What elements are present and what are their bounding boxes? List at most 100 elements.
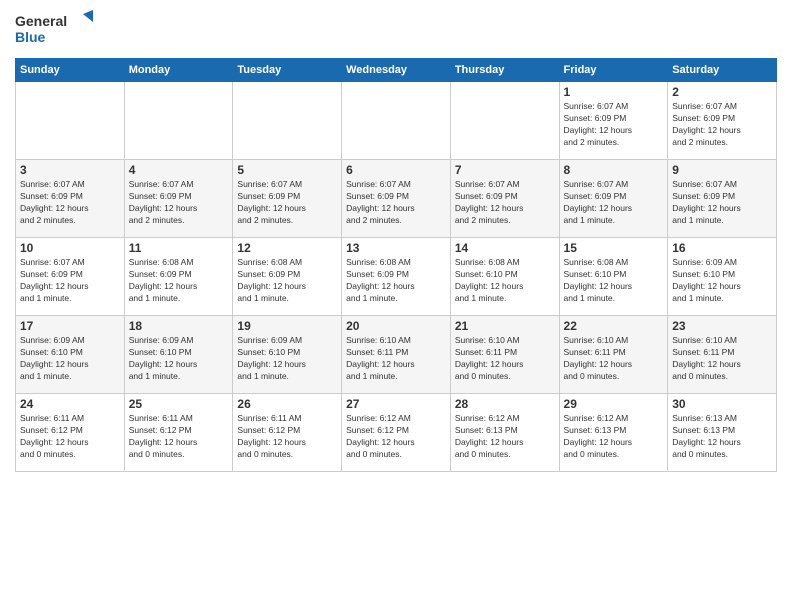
day-number: 28 [455, 397, 555, 411]
day-info: Sunrise: 6:10 AMSunset: 6:11 PMDaylight:… [455, 335, 555, 383]
day-number: 14 [455, 241, 555, 255]
calendar-cell: 16 Sunrise: 6:09 AMSunset: 6:10 PMDayligh… [668, 238, 777, 316]
calendar-cell: 8 Sunrise: 6:07 AMSunset: 6:09 PMDaylight… [559, 160, 668, 238]
weekday-header-sunday: Sunday [16, 59, 125, 82]
week-row-2: 10 Sunrise: 6:07 AMSunset: 6:09 PMDayligh… [16, 238, 777, 316]
day-info: Sunrise: 6:10 AMSunset: 6:11 PMDaylight:… [346, 335, 446, 383]
calendar-cell [342, 82, 451, 160]
week-row-1: 3 Sunrise: 6:07 AMSunset: 6:09 PMDaylight… [16, 160, 777, 238]
weekday-header-wednesday: Wednesday [342, 59, 451, 82]
calendar-cell: 29 Sunrise: 6:12 AMSunset: 6:13 PMDayligh… [559, 394, 668, 472]
weekday-header-thursday: Thursday [450, 59, 559, 82]
calendar-cell [16, 82, 125, 160]
day-info: Sunrise: 6:07 AMSunset: 6:09 PMDaylight:… [20, 179, 120, 227]
day-number: 9 [672, 163, 772, 177]
day-info: Sunrise: 6:11 AMSunset: 6:12 PMDaylight:… [129, 413, 229, 461]
day-info: Sunrise: 6:08 AMSunset: 6:09 PMDaylight:… [237, 257, 337, 305]
calendar-cell: 5Sunrise: 6:07 AMSunset: 6:09 PMDaylight… [233, 160, 342, 238]
weekday-header-tuesday: Tuesday [233, 59, 342, 82]
day-number: 27 [346, 397, 446, 411]
calendar-cell: 11 Sunrise: 6:08 AMSunset: 6:09 PMDayligh… [124, 238, 233, 316]
day-info: Sunrise: 6:13 AMSunset: 6:13 PMDaylight:… [672, 413, 772, 461]
calendar-cell: 14 Sunrise: 6:08 AMSunset: 6:10 PMDayligh… [450, 238, 559, 316]
calendar-cell: 20Sunrise: 6:10 AMSunset: 6:11 PMDayligh… [342, 316, 451, 394]
day-number: 12 [237, 241, 337, 255]
day-info: Sunrise: 6:11 AMSunset: 6:12 PMDaylight:… [237, 413, 337, 461]
calendar-cell: 30 Sunrise: 6:13 AMSunset: 6:13 PMDayligh… [668, 394, 777, 472]
day-info: Sunrise: 6:09 AMSunset: 6:10 PMDaylight:… [237, 335, 337, 383]
calendar-cell: 24 Sunrise: 6:11 AMSunset: 6:12 PMDayligh… [16, 394, 125, 472]
calendar-cell: 7 Sunrise: 6:07 AMSunset: 6:09 PMDaylight… [450, 160, 559, 238]
day-number: 7 [455, 163, 555, 177]
weekday-header-saturday: Saturday [668, 59, 777, 82]
calendar-cell: 13 Sunrise: 6:08 AMSunset: 6:09 PMDayligh… [342, 238, 451, 316]
weekday-header-monday: Monday [124, 59, 233, 82]
day-number: 8 [564, 163, 664, 177]
day-info: Sunrise: 6:11 AMSunset: 6:12 PMDaylight:… [20, 413, 120, 461]
day-info: Sunrise: 6:08 AMSunset: 6:10 PMDaylight:… [455, 257, 555, 305]
day-number: 29 [564, 397, 664, 411]
day-number: 24 [20, 397, 120, 411]
calendar-table: SundayMondayTuesdayWednesdayThursdayFrid… [15, 58, 777, 472]
day-info: Sunrise: 6:07 AMSunset: 6:09 PMDaylight:… [564, 101, 664, 149]
day-number: 11 [129, 241, 229, 255]
day-number: 6 [346, 163, 446, 177]
logo: General Blue [15, 10, 95, 50]
day-info: Sunrise: 6:07 AMSunset: 6:09 PMDaylight:… [346, 179, 446, 227]
day-info: Sunrise: 6:07 AMSunset: 6:09 PMDaylight:… [455, 179, 555, 227]
calendar-cell: 27Sunrise: 6:12 AMSunset: 6:12 PMDayligh… [342, 394, 451, 472]
calendar-cell: 15Sunrise: 6:08 AMSunset: 6:10 PMDayligh… [559, 238, 668, 316]
day-info: Sunrise: 6:07 AMSunset: 6:09 PMDaylight:… [672, 179, 772, 227]
day-number: 26 [237, 397, 337, 411]
calendar-cell: 6 Sunrise: 6:07 AMSunset: 6:09 PMDaylight… [342, 160, 451, 238]
calendar-cell: 4 Sunrise: 6:07 AMSunset: 6:09 PMDaylight… [124, 160, 233, 238]
day-info: Sunrise: 6:07 AMSunset: 6:09 PMDaylight:… [672, 101, 772, 149]
calendar-cell: 25 Sunrise: 6:11 AMSunset: 6:12 PMDayligh… [124, 394, 233, 472]
week-row-0: 1 Sunrise: 6:07 AMSunset: 6:09 PMDaylight… [16, 82, 777, 160]
main-container: General Blue SundayMondayTuesdayWednesda… [0, 0, 792, 477]
calendar-cell: 22Sunrise: 6:10 AMSunset: 6:11 PMDayligh… [559, 316, 668, 394]
day-number: 4 [129, 163, 229, 177]
day-info: Sunrise: 6:07 AMSunset: 6:09 PMDaylight:… [237, 179, 337, 227]
svg-text:General: General [15, 13, 67, 29]
day-info: Sunrise: 6:07 AMSunset: 6:09 PMDaylight:… [129, 179, 229, 227]
calendar-cell: 2 Sunrise: 6:07 AMSunset: 6:09 PMDaylight… [668, 82, 777, 160]
calendar-cell: 19Sunrise: 6:09 AMSunset: 6:10 PMDayligh… [233, 316, 342, 394]
day-number: 1 [564, 85, 664, 99]
calendar-cell: 1 Sunrise: 6:07 AMSunset: 6:09 PMDaylight… [559, 82, 668, 160]
day-info: Sunrise: 6:12 AMSunset: 6:13 PMDaylight:… [455, 413, 555, 461]
day-number: 13 [346, 241, 446, 255]
day-info: Sunrise: 6:07 AMSunset: 6:09 PMDaylight:… [20, 257, 120, 305]
day-info: Sunrise: 6:10 AMSunset: 6:11 PMDaylight:… [672, 335, 772, 383]
calendar-cell: 21 Sunrise: 6:10 AMSunset: 6:11 PMDayligh… [450, 316, 559, 394]
day-number: 18 [129, 319, 229, 333]
day-info: Sunrise: 6:09 AMSunset: 6:10 PMDaylight:… [672, 257, 772, 305]
day-info: Sunrise: 6:08 AMSunset: 6:09 PMDaylight:… [129, 257, 229, 305]
day-number: 2 [672, 85, 772, 99]
day-number: 30 [672, 397, 772, 411]
weekday-header-friday: Friday [559, 59, 668, 82]
calendar-cell: 10 Sunrise: 6:07 AMSunset: 6:09 PMDayligh… [16, 238, 125, 316]
day-info: Sunrise: 6:10 AMSunset: 6:11 PMDaylight:… [564, 335, 664, 383]
day-info: Sunrise: 6:12 AMSunset: 6:13 PMDaylight:… [564, 413, 664, 461]
calendar-cell: 28 Sunrise: 6:12 AMSunset: 6:13 PMDayligh… [450, 394, 559, 472]
day-info: Sunrise: 6:08 AMSunset: 6:09 PMDaylight:… [346, 257, 446, 305]
calendar-cell: 23Sunrise: 6:10 AMSunset: 6:11 PMDayligh… [668, 316, 777, 394]
calendar-cell: 17 Sunrise: 6:09 AMSunset: 6:10 PMDayligh… [16, 316, 125, 394]
day-info: Sunrise: 6:09 AMSunset: 6:10 PMDaylight:… [129, 335, 229, 383]
calendar-cell: 3 Sunrise: 6:07 AMSunset: 6:09 PMDaylight… [16, 160, 125, 238]
calendar-cell [124, 82, 233, 160]
svg-text:Blue: Blue [15, 29, 46, 45]
day-number: 16 [672, 241, 772, 255]
calendar-cell: 18 Sunrise: 6:09 AMSunset: 6:10 PMDayligh… [124, 316, 233, 394]
day-info: Sunrise: 6:09 AMSunset: 6:10 PMDaylight:… [20, 335, 120, 383]
logo-svg: General Blue [15, 10, 95, 50]
day-number: 25 [129, 397, 229, 411]
day-number: 10 [20, 241, 120, 255]
day-number: 17 [20, 319, 120, 333]
day-info: Sunrise: 6:07 AMSunset: 6:09 PMDaylight:… [564, 179, 664, 227]
calendar-cell [450, 82, 559, 160]
day-number: 3 [20, 163, 120, 177]
calendar-cell [233, 82, 342, 160]
day-number: 21 [455, 319, 555, 333]
